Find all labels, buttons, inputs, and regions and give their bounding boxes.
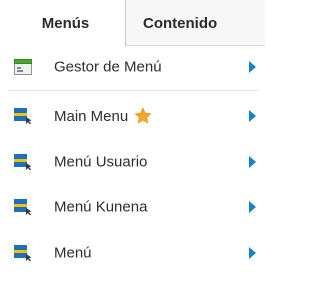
top-menubar: Menús Contenido [0,0,265,47]
submenu-arrow-icon [249,247,256,259]
menu-item-label: Menú Kunena [54,198,148,216]
menu-icon [14,154,32,171]
submenu-arrow-icon [249,201,256,213]
menu-item-label: Menú Usuario [54,153,148,171]
submenu-arrow-icon [249,110,256,122]
star-icon [134,107,152,124]
menu-item-menu-kunena[interactable]: Menú Kunena [0,186,265,228]
divider [8,90,258,91]
tab-menus[interactable]: Menús [0,0,126,47]
menu-ui: Menús Contenido Gestor de Menú Main Menu… [0,0,265,303]
menus-dropdown: Gestor de Menú Main Menu Menú Usuario Me… [0,46,265,303]
tab-contenido[interactable]: Contenido [127,0,265,46]
menu-item-menu-usuario[interactable]: Menú Usuario [0,141,265,183]
menu-manager-icon [14,59,32,75]
menu-item-label: Main Menu [54,107,152,125]
menu-item-label: Gestor de Menú [54,58,162,76]
menu-item-menu[interactable]: Menú [0,232,265,274]
tab-contenido-label: Contenido [143,14,218,32]
menu-item-main-menu[interactable]: Main Menu [0,95,265,137]
menu-icon [14,245,32,262]
submenu-arrow-icon [249,61,256,73]
menu-item-text: Main Menu [54,107,129,125]
menu-item-label: Menú [54,244,92,262]
menu-icon [14,199,32,216]
menu-icon [14,108,32,125]
menu-item-gestor-de-menu[interactable]: Gestor de Menú [0,46,265,88]
submenu-arrow-icon [249,156,256,168]
tab-menus-label: Menús [41,14,90,32]
